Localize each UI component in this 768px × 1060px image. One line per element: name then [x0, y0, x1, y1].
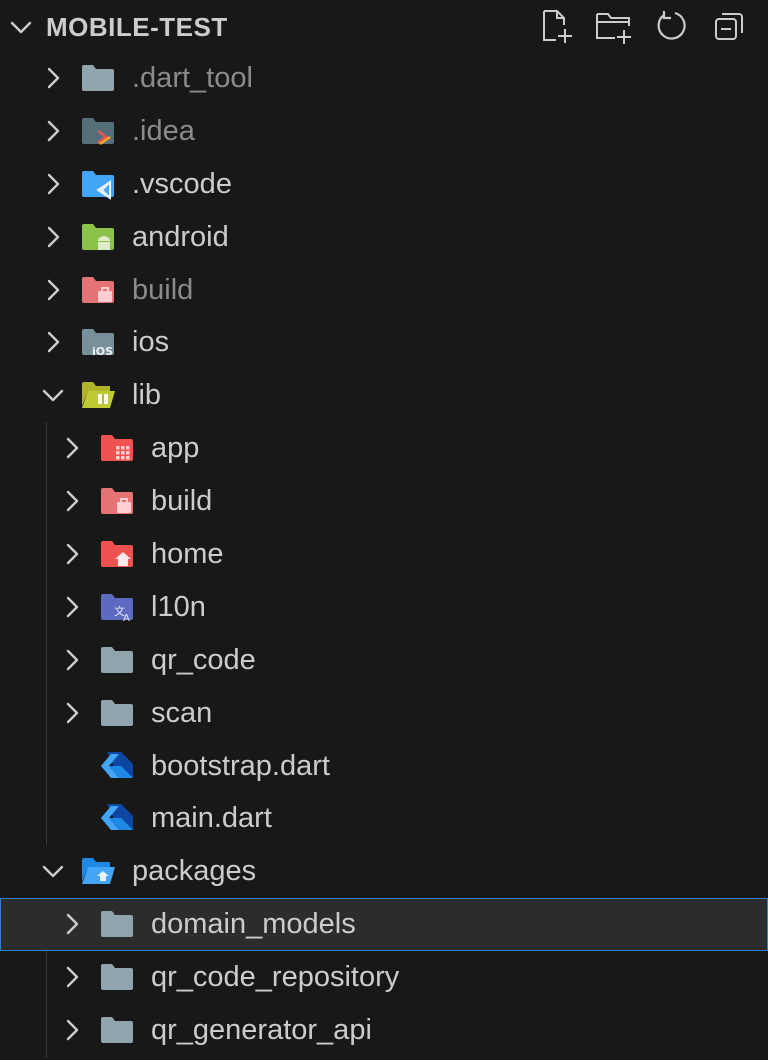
tree-item-label: qr_generator_api — [151, 1014, 372, 1047]
chevron-right-icon[interactable] — [40, 118, 66, 144]
tree-item-ios[interactable]: iOS ios — [0, 316, 768, 369]
tree-item-scan[interactable]: scan — [0, 687, 768, 740]
svg-text:iOS: iOS — [92, 345, 113, 358]
new-folder-icon[interactable] — [594, 6, 634, 46]
folder-lib-open-icon — [82, 382, 115, 409]
folder-android-icon — [82, 223, 114, 250]
tree-item-label: .vscode — [132, 167, 232, 200]
file-tree: .dart_tool .idea .vscode android build i… — [0, 52, 768, 1058]
svg-text:A: A — [123, 613, 130, 623]
folder-ios-icon: iOS — [82, 329, 114, 358]
tree-item-label: bootstrap.dart — [151, 749, 330, 782]
tree-item-bootstrap-dart[interactable]: bootstrap.dart — [0, 740, 768, 793]
chevron-right-icon[interactable] — [59, 647, 85, 673]
chevron-right-icon[interactable] — [40, 65, 66, 91]
tree-item-label: home — [151, 538, 224, 571]
tree-item-qr-code-repository[interactable]: qr_code_repository — [0, 951, 768, 1004]
tree-item-label: packages — [132, 855, 257, 888]
folder-gray-icon — [101, 911, 133, 938]
tree-item-label: main.dart — [151, 802, 272, 835]
tree-item-label: qr_code — [151, 643, 256, 676]
tree-item-label: lib — [132, 379, 162, 412]
tree-item-android[interactable]: android — [0, 211, 768, 264]
chevron-right-icon[interactable] — [40, 329, 66, 355]
collapse-all-icon[interactable] — [710, 6, 750, 46]
folder-gray-icon — [82, 65, 114, 91]
folder-home-icon — [101, 541, 133, 568]
chevron-right-icon[interactable] — [40, 171, 66, 197]
tree-item-vscode[interactable]: .vscode — [0, 158, 768, 211]
tree-item-lib-build[interactable]: build — [0, 475, 768, 528]
tree-item-label: build — [151, 485, 213, 518]
folder-gray-icon — [101, 964, 133, 991]
dart-file-icon — [101, 804, 133, 831]
tree-item-label: .dart_tool — [132, 62, 253, 94]
explorer-actions — [536, 6, 750, 46]
tree-item-label: android — [132, 220, 229, 253]
tree-item-label: qr_code_repository — [151, 961, 400, 994]
chevron-right-icon[interactable] — [59, 911, 85, 937]
chevron-right-icon[interactable] — [59, 964, 85, 990]
chevron-right-icon[interactable] — [59, 1017, 85, 1043]
dart-file-icon — [101, 751, 133, 778]
chevron-down-icon[interactable] — [40, 382, 66, 408]
explorer-header[interactable]: MOBILE-TEST — [0, 0, 768, 52]
tree-item-qr-code[interactable]: qr_code — [0, 634, 768, 687]
folder-build-icon — [82, 276, 114, 303]
tree-item-build[interactable]: build — [0, 264, 768, 317]
chevron-right-icon[interactable] — [59, 700, 85, 726]
folder-gray-icon — [101, 699, 133, 726]
folder-build-icon — [101, 488, 133, 515]
folder-vscode-icon — [82, 170, 114, 200]
new-file-icon[interactable] — [536, 6, 576, 46]
tree-item-app[interactable]: app — [0, 422, 768, 475]
tree-item-main-dart[interactable]: main.dart — [0, 792, 768, 845]
chevron-right-icon[interactable] — [59, 488, 85, 514]
chevron-right-icon[interactable] — [40, 277, 66, 303]
workspace-title: MOBILE-TEST — [46, 12, 228, 42]
chevron-right-icon[interactable] — [40, 224, 66, 250]
tree-item-packages[interactable]: packages — [0, 845, 768, 898]
tree-item-l10n[interactable]: 文A l10n — [0, 581, 768, 634]
tree-item-qr-generator-api[interactable]: qr_generator_api — [0, 1004, 768, 1057]
tree-item-label: domain_models — [151, 908, 356, 941]
tree-item-lib[interactable]: lib — [0, 369, 768, 422]
tree-item-label: scan — [151, 696, 213, 729]
chevron-right-icon[interactable] — [59, 435, 85, 461]
chevron-right-icon[interactable] — [59, 594, 85, 620]
chevron-down-icon[interactable] — [40, 858, 66, 884]
folder-i18n-icon: 文A — [101, 593, 133, 623]
tree-item-label: .idea — [132, 114, 195, 147]
folder-packages-open-icon — [82, 858, 115, 885]
tree-item-dart-tool[interactable]: .dart_tool — [0, 52, 768, 105]
tree-item-label: app — [151, 432, 200, 465]
folder-idea-icon — [82, 117, 114, 145]
folder-app-icon — [101, 435, 133, 462]
folder-gray-icon — [101, 646, 133, 673]
chevron-down-icon[interactable] — [8, 14, 34, 40]
tree-item-home[interactable]: home — [0, 528, 768, 581]
refresh-icon[interactable] — [652, 6, 692, 46]
chevron-right-icon[interactable] — [59, 541, 85, 567]
tree-item-label: build — [132, 273, 194, 306]
tree-item-label: l10n — [151, 590, 206, 623]
tree-item-domain-models[interactable]: domain_models — [0, 898, 768, 952]
tree-item-label: ios — [132, 326, 170, 359]
tree-item-idea[interactable]: .idea — [0, 105, 768, 158]
folder-gray-icon — [101, 1017, 133, 1044]
